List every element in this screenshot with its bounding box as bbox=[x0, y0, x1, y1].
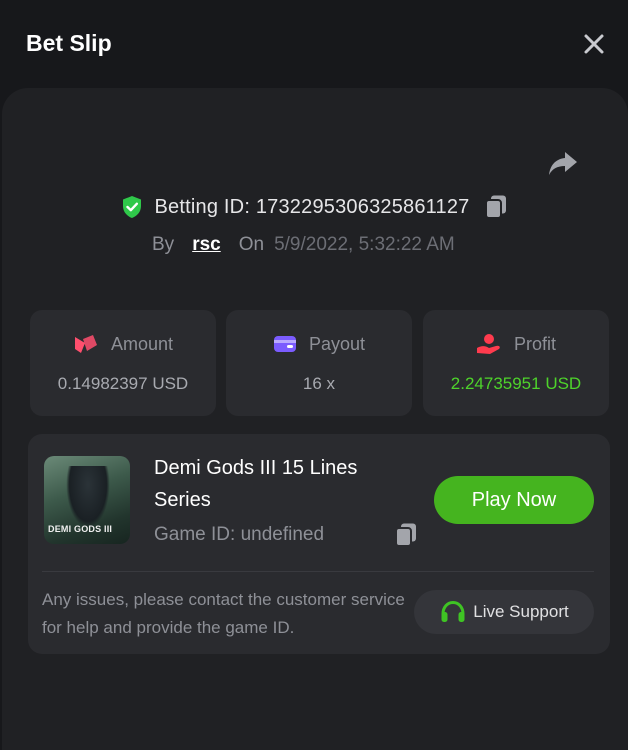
verified-shield-icon bbox=[122, 196, 141, 218]
close-icon[interactable] bbox=[580, 30, 608, 58]
amount-value: 0.14982397 USD bbox=[57, 374, 189, 393]
headset-icon bbox=[441, 600, 465, 622]
page-title: Bet Slip bbox=[26, 30, 112, 56]
copy-game-id-icon[interactable] bbox=[394, 522, 418, 548]
game-name: Demi Gods III 15 Lines Series bbox=[154, 457, 358, 511]
betting-id-row: Betting ID: 1732295306325861127 bbox=[0, 192, 628, 222]
game-thumbnail[interactable]: DEMI GODS III bbox=[44, 456, 130, 544]
on-label: On bbox=[238, 234, 265, 255]
payout-label: Payout bbox=[308, 333, 366, 354]
amount-icon bbox=[74, 335, 97, 353]
game-id: Game ID: undefined bbox=[154, 524, 325, 545]
betting-id: Betting ID: 1732295306325861127 bbox=[154, 195, 470, 218]
by-label: By bbox=[152, 234, 175, 255]
payout-card: Payout 16 x bbox=[226, 310, 412, 416]
live-support-label: Live Support bbox=[473, 602, 569, 621]
warrior-figure bbox=[66, 466, 110, 528]
bet-date: 5/9/2022, 5:32:22 AM bbox=[274, 234, 455, 255]
amount-label: Amount bbox=[110, 333, 174, 354]
live-support-button[interactable]: Live Support bbox=[414, 590, 594, 634]
bet-meta: By rsc On 5/9/2022, 5:32:22 AM bbox=[152, 232, 455, 258]
profit-value: 2.24735951 USD bbox=[450, 374, 582, 393]
header: Bet Slip bbox=[0, 0, 628, 88]
copy-icon[interactable] bbox=[484, 194, 508, 220]
divider bbox=[42, 571, 594, 572]
wallet-icon bbox=[273, 336, 296, 352]
payout-value: 16 x bbox=[302, 374, 336, 393]
play-now-button[interactable]: Play Now bbox=[434, 476, 594, 524]
share-icon[interactable] bbox=[546, 148, 580, 178]
profit-card: Profit 2.24735951 USD bbox=[423, 310, 609, 416]
user-link[interactable]: rsc bbox=[192, 234, 221, 256]
profit-label: Profit bbox=[513, 333, 556, 354]
game-card: DEMI GODS III Demi Gods III 15 Lines Ser… bbox=[28, 434, 610, 654]
amount-card: Amount 0.14982397 USD bbox=[30, 310, 216, 416]
help-text: Any issues, please contact the customer … bbox=[42, 590, 405, 637]
profit-hand-icon bbox=[476, 334, 500, 354]
thumbnail-title: DEMI GODS III bbox=[48, 524, 113, 534]
